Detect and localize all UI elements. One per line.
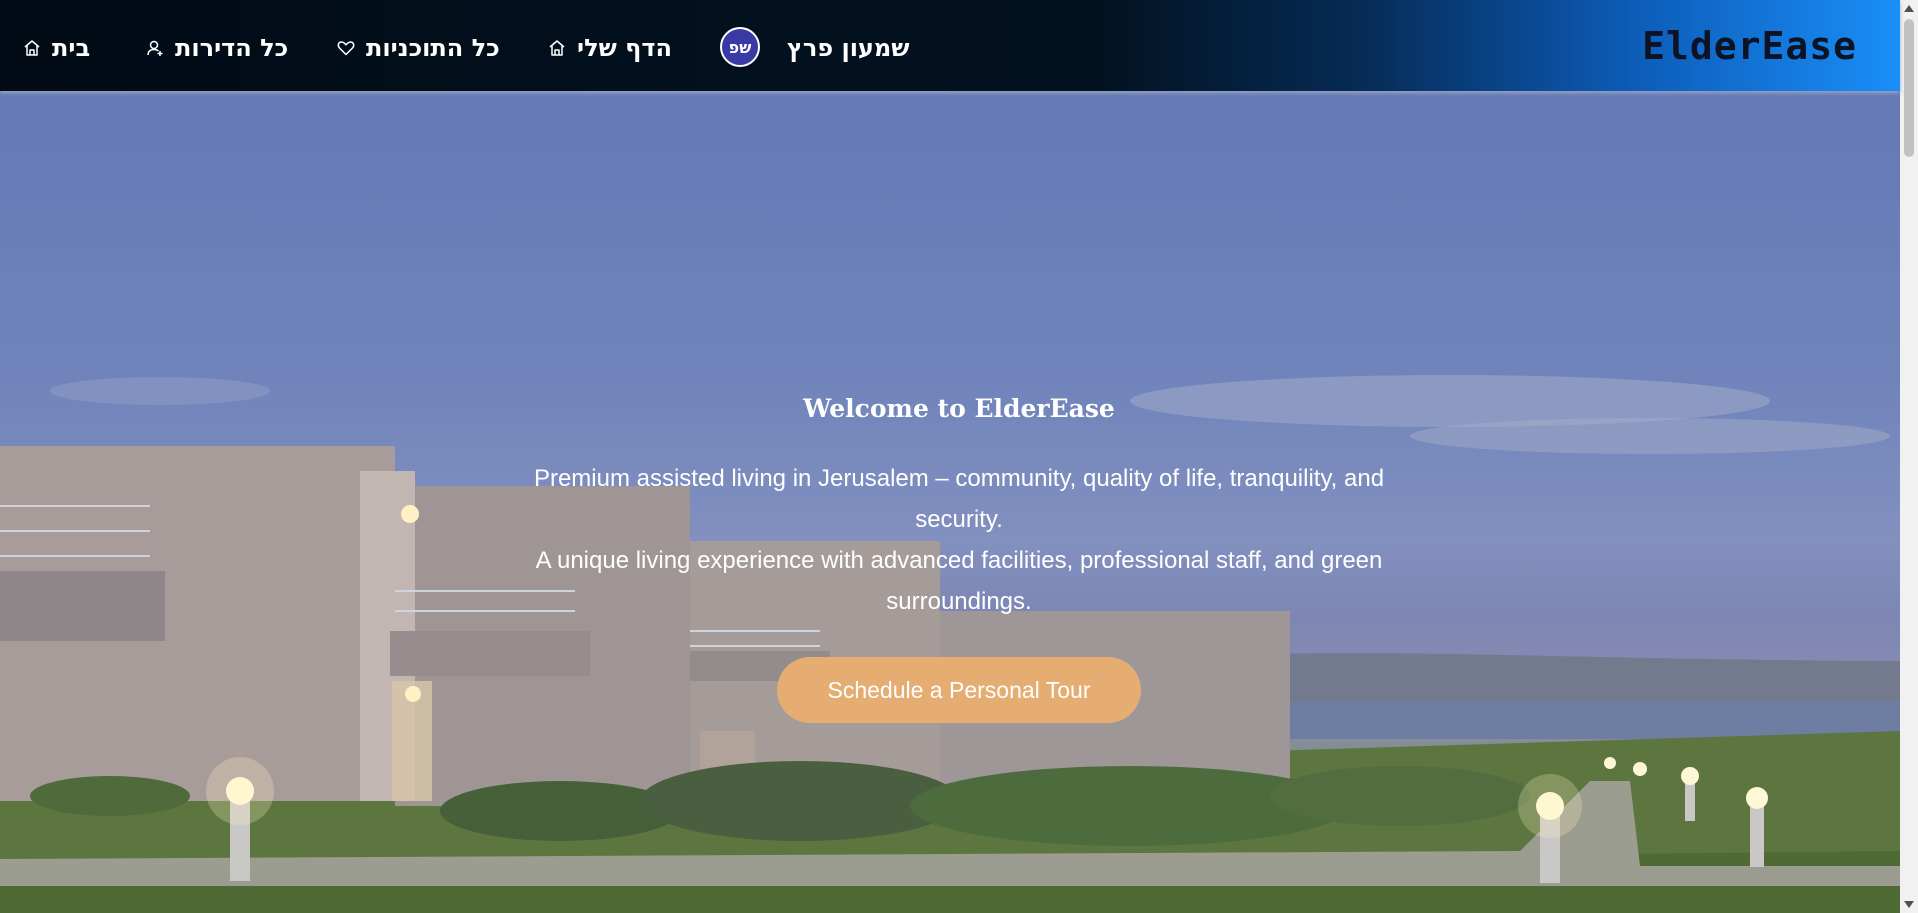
nav-apartments-label: כל הדירות xyxy=(175,34,289,62)
user-name-label: שמעון פרץ xyxy=(787,34,910,62)
nav-programs[interactable]: כל התוכניות xyxy=(336,28,500,68)
scroll-down-icon[interactable] xyxy=(1904,901,1914,908)
home-icon xyxy=(24,40,40,56)
hero-line-4: surroundings. xyxy=(886,588,1032,615)
user-add-icon xyxy=(147,40,163,56)
page-scrollbar[interactable] xyxy=(1900,0,1918,913)
heart-icon xyxy=(337,41,355,56)
hero-line-3: A unique living experience with advanced… xyxy=(535,547,1383,574)
nav-home[interactable]: בית xyxy=(22,28,90,68)
nav-home-label: בית xyxy=(52,34,91,62)
avatar-initials: שפ xyxy=(728,37,752,57)
hero-description: Premium assisted living in Jerusalem – c… xyxy=(470,458,1448,622)
scroll-up-icon[interactable] xyxy=(1904,5,1914,12)
nav-programs-label: כל התוכניות xyxy=(366,34,500,62)
hero-title: Welcome to ElderEase xyxy=(803,394,1115,423)
hero-line-2: security. xyxy=(915,506,1003,533)
home-icon xyxy=(549,40,565,56)
schedule-tour-button[interactable]: Schedule a Personal Tour xyxy=(777,657,1141,723)
avatar[interactable]: שפ xyxy=(720,27,760,67)
logo[interactable]: ElderEase xyxy=(1642,20,1857,72)
top-navbar: בית כל הדירות כל התוכניות הדף שלי שפ שמע… xyxy=(0,0,1900,91)
hero-line-1: Premium assisted living in Jerusalem – c… xyxy=(533,465,1385,492)
hero-section: Welcome to ElderEase Premium assisted li… xyxy=(0,91,1900,913)
scroll-thumb[interactable] xyxy=(1904,19,1914,157)
nav-my-page[interactable]: הדף שלי xyxy=(547,28,672,68)
nav-my-page-label: הדף שלי xyxy=(577,34,672,62)
user-name[interactable]: שמעון פרץ xyxy=(787,28,909,68)
nav-apartments[interactable]: כל הדירות xyxy=(145,28,288,68)
